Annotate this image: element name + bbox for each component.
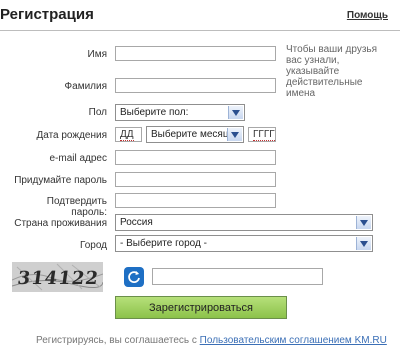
birth-day-field[interactable]: ДД [115, 127, 142, 142]
terms-prefix: Регистрируясь, вы соглашаетесь с [36, 335, 197, 346]
chevron-down-icon [227, 128, 242, 141]
help-link[interactable]: Помощь [347, 10, 388, 21]
gender-select[interactable]: Выберите пол: [115, 104, 245, 121]
captcha-image: 314122 [12, 262, 103, 292]
refresh-icon [128, 271, 140, 283]
confirm-password-label: Подтвердить пароль: [46, 196, 107, 218]
password-field[interactable] [115, 172, 276, 187]
confirm-password-field[interactable] [115, 193, 276, 208]
captcha-refresh-button[interactable] [124, 267, 144, 287]
city-select-value: - Выберите город - [120, 238, 207, 249]
last-name-label: Фамилия [64, 81, 107, 92]
city-label: Город [79, 240, 107, 251]
birth-month-value: Выберите месяц: [151, 129, 232, 140]
birth-month-select[interactable]: Выберите месяц: [146, 126, 244, 143]
chevron-down-icon [356, 237, 371, 250]
name-hint: Чтобы ваши друзья вас узнали, указывайте… [286, 44, 378, 99]
terms-link[interactable]: Пользовательским соглашением KM.RU [200, 335, 387, 346]
country-select-value: Россия [120, 217, 153, 228]
email-label: e-mail адрес [49, 153, 107, 164]
country-label: Страна проживания [14, 218, 107, 229]
birth-year-field[interactable]: ГГГГ [248, 127, 276, 142]
captcha-field[interactable] [152, 268, 323, 285]
first-name-field[interactable] [115, 46, 276, 61]
chevron-down-icon [356, 216, 371, 229]
last-name-field[interactable] [115, 78, 276, 93]
captcha-code: 314122 [16, 268, 100, 289]
city-select[interactable]: - Выберите город - [115, 235, 373, 252]
password-label: Придумайте пароль [14, 175, 107, 186]
country-select[interactable]: Россия [115, 214, 373, 231]
chevron-down-icon [228, 106, 243, 119]
register-button[interactable]: Зарегистрироваться [115, 296, 287, 319]
header-divider [0, 30, 400, 31]
first-name-label: Имя [87, 49, 107, 60]
gender-select-value: Выберите пол: [120, 107, 189, 118]
birth-year-placeholder: ГГГГ [253, 129, 275, 141]
email-field[interactable] [115, 150, 276, 165]
page-title: Регистрация [0, 6, 94, 23]
birth-day-placeholder: ДД [120, 129, 134, 141]
gender-label: Пол [88, 107, 107, 118]
terms-line: Регистрируясь, вы соглашаетесь с Пользов… [36, 335, 387, 346]
birthdate-label: Дата рождения [36, 130, 107, 141]
